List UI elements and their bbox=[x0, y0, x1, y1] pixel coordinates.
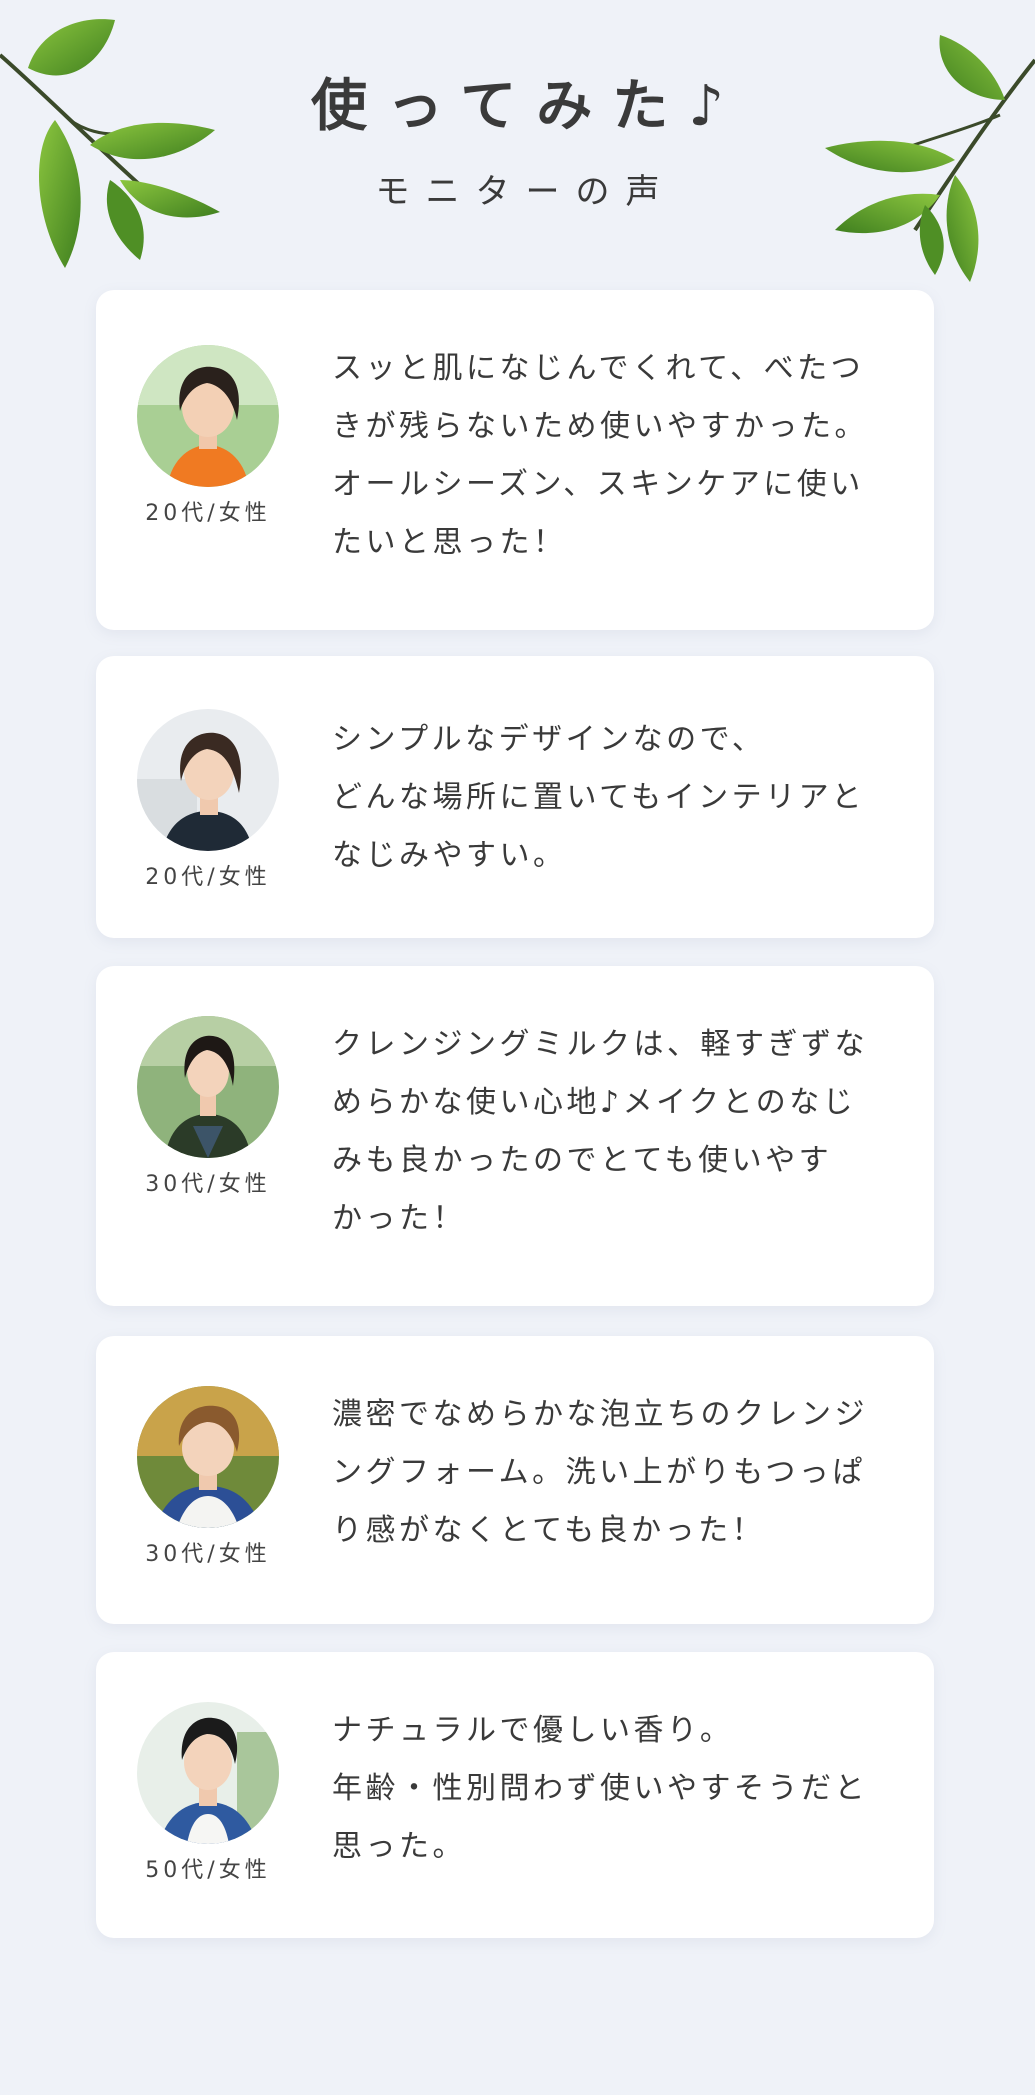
review-comment: クレンジングミルクは、軽すぎずな めらかな使い心地♪メイクとのなじ みも良かった… bbox=[332, 1016, 902, 1248]
review-card: 50代/女性 ナチュラルで優しい香り。 年齢・性別問わず使いやすそうだと 思った… bbox=[96, 1652, 934, 1938]
review-comment: ナチュラルで優しい香り。 年齢・性別問わず使いやすそうだと 思った。 bbox=[332, 1702, 902, 1876]
reviewer-info: 30代/女性 bbox=[136, 1386, 280, 1570]
review-comment: スッと肌になじんでくれて、べたつ きが残らないため使いやすかった。 オールシーズ… bbox=[332, 340, 902, 572]
comment-line: り感がなくとても良かった！ bbox=[332, 1513, 766, 1548]
comment-line: めらかな使い心地♪メイクとのなじ bbox=[332, 1085, 857, 1120]
comment-line: ナチュラルで優しい香り。 bbox=[332, 1713, 734, 1748]
reviewer-age: 20代/女性 bbox=[145, 865, 271, 890]
avatar bbox=[137, 1016, 279, 1158]
review-card: 30代/女性 クレンジングミルクは、軽すぎずな めらかな使い心地♪メイクとのなじ… bbox=[96, 966, 934, 1306]
reviewer-age: 50代/女性 bbox=[145, 1858, 271, 1883]
review-card: 30代/女性 濃密でなめらかな泡立ちのクレンジ ングフォーム。洗い上がりもつっぱ… bbox=[96, 1336, 934, 1624]
comment-line: かった！ bbox=[332, 1201, 466, 1236]
page-title: 使ってみた♪ bbox=[311, 74, 744, 139]
review-comment: シンプルなデザインなので、 どんな場所に置いてもインテリアと なじみやすい。 bbox=[332, 711, 902, 885]
reviewer-age: 20代/女性 bbox=[145, 501, 271, 526]
avatar bbox=[137, 1702, 279, 1844]
reviewer-info: 20代/女性 bbox=[136, 709, 280, 893]
review-comment: 濃密でなめらかな泡立ちのクレンジ ングフォーム。洗い上がりもつっぱ り感がなくと… bbox=[332, 1386, 902, 1560]
review-card: 20代/女性 スッと肌になじんでくれて、べたつ きが残らないため使いやすかった。… bbox=[96, 290, 934, 630]
page-subtitle: モニターの声 bbox=[375, 172, 676, 212]
page-header: 使ってみた♪ モニターの声 bbox=[0, 62, 1035, 222]
comment-line: スッと肌になじんでくれて、べたつ bbox=[332, 351, 865, 386]
comment-line: シンプルなデザインなので、 bbox=[332, 722, 766, 757]
comment-line: クレンジングミルクは、軽すぎずな bbox=[332, 1027, 868, 1062]
comment-line: なじみやすい。 bbox=[332, 838, 567, 873]
comment-line: ングフォーム。洗い上がりもつっぱ bbox=[332, 1455, 866, 1490]
comment-line: たいと思った！ bbox=[332, 525, 567, 560]
comment-line: みも良かったのでとても使いやす bbox=[332, 1143, 833, 1178]
reviewer-age: 30代/女性 bbox=[145, 1172, 271, 1197]
comment-line: どんな場所に置いてもインテリアと bbox=[332, 780, 865, 815]
comment-line: 思った。 bbox=[332, 1829, 466, 1864]
reviewer-info: 30代/女性 bbox=[136, 1016, 280, 1200]
avatar bbox=[137, 345, 279, 487]
avatar bbox=[137, 709, 279, 851]
comment-line: 年齢・性別問わず使いやすそうだと bbox=[332, 1771, 868, 1806]
comment-line: 濃密でなめらかな泡立ちのクレンジ bbox=[332, 1397, 868, 1432]
reviewer-info: 50代/女性 bbox=[136, 1702, 280, 1886]
review-card: 20代/女性 シンプルなデザインなので、 どんな場所に置いてもインテリアと なじ… bbox=[96, 656, 934, 938]
reviewer-age: 30代/女性 bbox=[145, 1542, 271, 1567]
comment-line: オールシーズン、スキンケアに使い bbox=[332, 467, 864, 502]
reviewer-info: 20代/女性 bbox=[136, 345, 280, 529]
avatar bbox=[137, 1386, 279, 1528]
comment-line: きが残らないため使いやすかった。 bbox=[332, 409, 868, 444]
